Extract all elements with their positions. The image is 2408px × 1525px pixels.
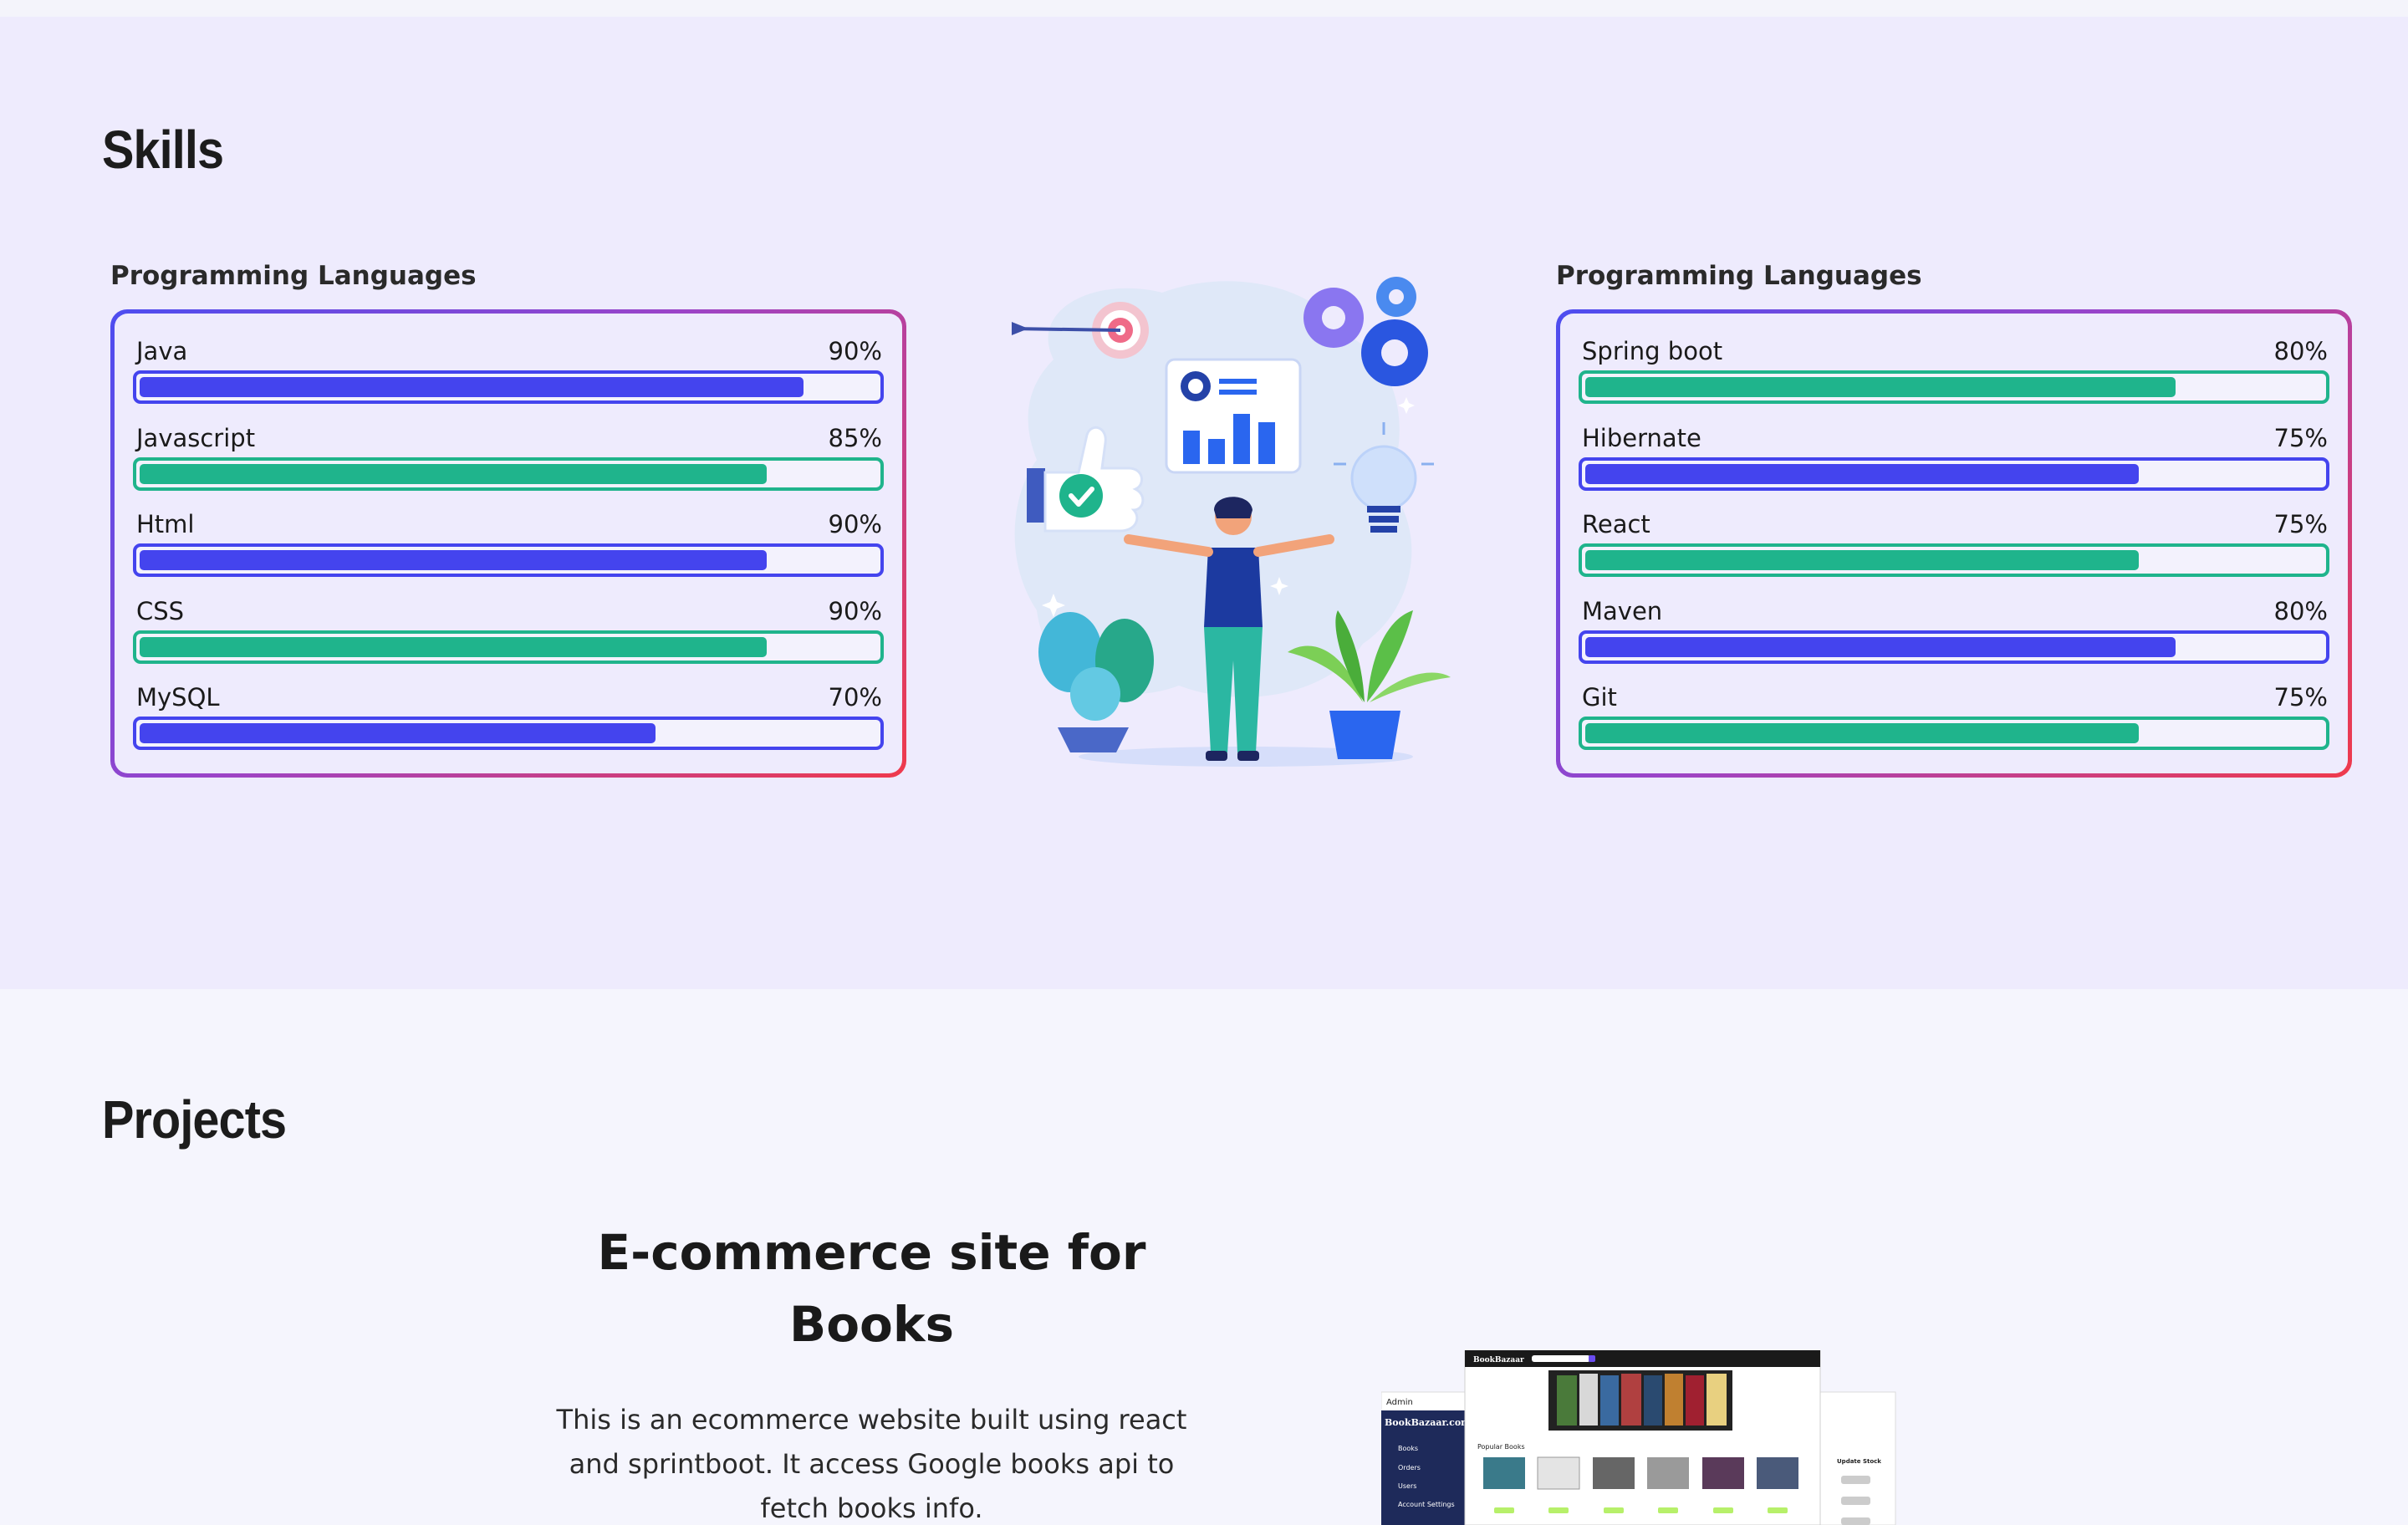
store-brand: BookBazaar [1473,1356,1524,1364]
skill-row: Git 75% [1579,681,2329,768]
skill-percent: 90% [828,510,882,538]
skill-percent: 75% [2273,683,2328,711]
skill-progress-fill [140,550,767,570]
skill-row: Html 90% [133,508,884,595]
admin-label: Admin [1386,1398,1413,1407]
skill-name: Git [1582,683,1617,711]
admin-menu-users: Users [1398,1482,1416,1490]
skill-row-header: Java 90% [133,335,884,365]
skill-name: Spring boot [1582,337,1723,365]
skill-progress-track [133,543,884,577]
skill-progress-fill [140,377,804,397]
stock-panel-label: Update Stock [1837,1458,1881,1465]
skill-progress-track [1579,543,2329,577]
skill-name: Html [136,510,195,538]
skill-row-header: Html 90% [133,508,884,538]
skill-progress-track [133,370,884,404]
skill-percent: 70% [828,683,882,711]
admin-brand: BookBazaar.com [1385,1417,1471,1428]
skill-row: Hibernate 75% [1579,422,2329,509]
skill-percent: 75% [2273,423,2328,452]
skill-row: Java 90% [133,335,884,422]
skill-progress-fill [1585,377,2176,397]
skills-illustration [1011,277,1451,767]
project-screenshot-art: Admin BookBazaar.com Books Orders Users … [1380,1349,1896,1525]
dashboard-card-icon [1165,358,1302,474]
top-strip [0,0,2408,17]
skill-percent: 80% [2273,337,2328,365]
project-title: E-commerce site for Books [597,1224,1146,1353]
popular-books-label: Popular Books [1477,1443,1525,1451]
skill-name: Java [136,337,188,365]
skill-row-header: Hibernate 75% [1579,422,2329,452]
projects-heading: Projects [102,1089,287,1150]
skill-percent: 90% [828,596,882,625]
skill-row-header: MySQL 70% [133,681,884,711]
skill-progress-track [1579,630,2329,664]
skill-row-header: Git 75% [1579,681,2329,711]
project-screenshot[interactable]: Admin BookBazaar.com Books Orders Users … [1380,1349,1900,1525]
skill-progress-track [133,456,884,491]
admin-menu-orders: Orders [1398,1464,1421,1471]
skill-progress-track [1579,456,2329,491]
skill-card-left: Java 90% Javascript 85% Html 90% CSS 90% MySQL 70… [110,309,906,778]
skill-row: React 75% [1579,508,2329,595]
skill-name: Maven [1582,596,1663,625]
skill-progress-fill [140,463,767,484]
skill-row: Maven 80% [1579,595,2329,682]
skill-row: Spring boot 80% [1579,335,2329,422]
skill-progress-fill [1585,463,2139,484]
skill-name: Hibernate [1582,423,1701,452]
skill-row: MySQL 70% [133,681,884,768]
skill-row: Javascript 85% [133,422,884,509]
skill-group-title-left: Programming Languages [110,261,477,291]
skill-name: Javascript [136,423,256,452]
skill-name: React [1582,510,1650,538]
skill-progress-fill [1585,550,2139,570]
skill-list: Java 90% Javascript 85% Html 90% CSS 90% MySQL 70… [115,314,902,773]
skill-percent: 75% [2273,510,2328,538]
admin-menu-books: Books [1398,1445,1418,1452]
skill-group-title-right: Programming Languages [1556,261,1922,291]
skill-percent: 85% [828,423,882,452]
plant-left-icon [1038,612,1154,752]
skill-progress-fill [1585,636,2176,657]
skill-row-header: CSS 90% [133,595,884,625]
skill-row-header: Javascript 85% [133,422,884,452]
skill-progress-fill [140,636,767,657]
skill-card-right: Spring boot 80% Hibernate 75% React 75% Maven 8… [1556,309,2352,778]
skill-progress-track [133,717,884,750]
admin-menu-settings: Account Settings [1398,1501,1455,1508]
skill-name: CSS [136,596,185,625]
skill-progress-track [1579,717,2329,750]
skill-row-header: Maven 80% [1579,595,2329,625]
skill-percent: 90% [828,337,882,365]
skill-row-header: Spring boot 80% [1579,335,2329,365]
skill-list: Spring boot 80% Hibernate 75% React 75% Maven 8… [1560,314,2348,773]
skill-row: CSS 90% [133,595,884,682]
skill-row-header: React 75% [1579,508,2329,538]
project-description: This is an ecommerce website built using… [556,1404,1187,1524]
skill-progress-fill [140,723,656,743]
skill-progress-fill [1585,723,2139,743]
skill-progress-track [133,630,884,664]
skill-progress-track [1579,370,2329,404]
skill-name: MySQL [136,683,220,711]
skills-heading: Skills [102,120,224,180]
skill-percent: 80% [2273,596,2328,625]
